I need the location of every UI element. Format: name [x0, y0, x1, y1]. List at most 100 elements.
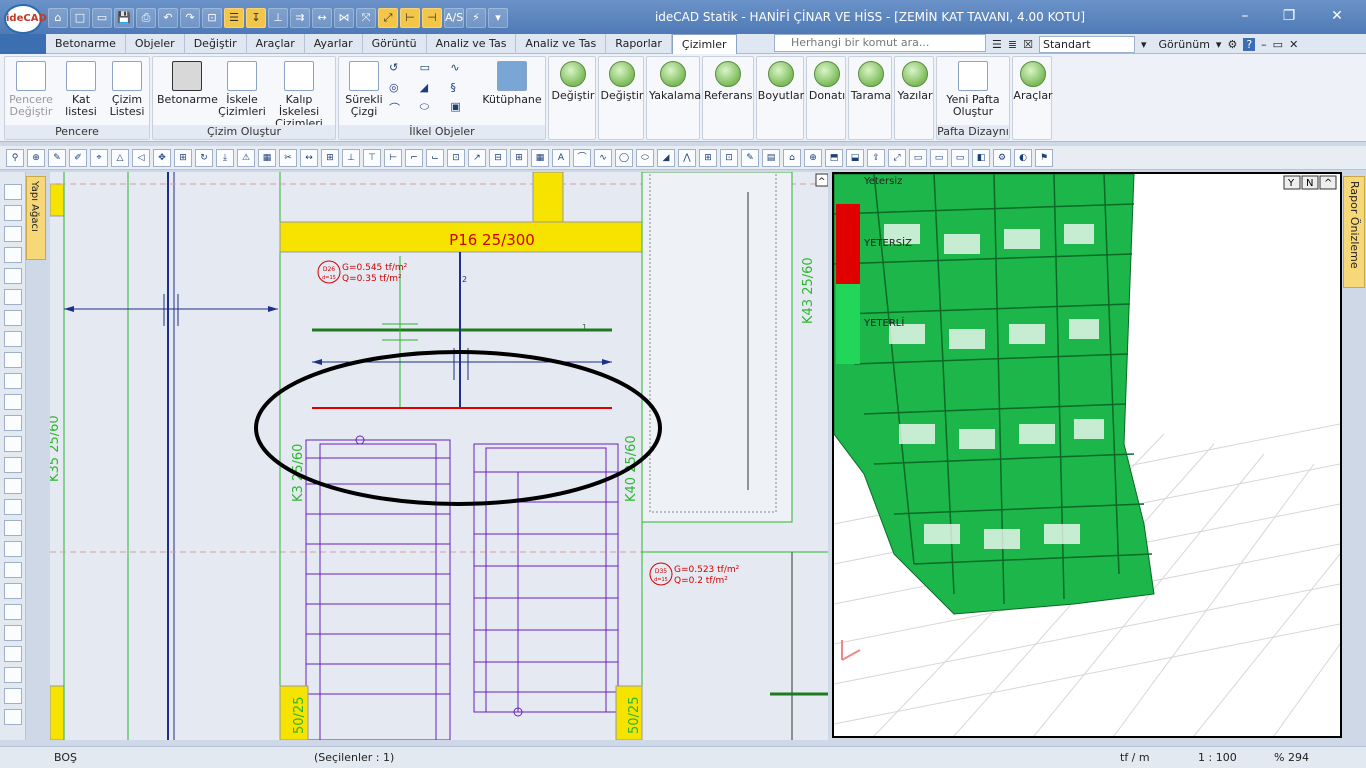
left-tool-icon[interactable]: [4, 289, 22, 305]
view-menu[interactable]: Görünüm: [1159, 38, 1210, 51]
left-tool-icon[interactable]: [4, 667, 22, 683]
yakalama-button[interactable]: Yakalama: [649, 61, 701, 102]
layers-stack-icon[interactable]: ≣: [1008, 38, 1017, 51]
left-tool-icon[interactable]: [4, 478, 22, 494]
tab-10[interactable]: Çizimler: [671, 34, 737, 54]
rapor-onizleme-tab[interactable]: Rapor Önizleme: [1343, 176, 1365, 288]
toolbar-icon[interactable]: ✎: [741, 148, 759, 167]
toolbar-icon[interactable]: ⊤: [363, 148, 381, 167]
tab-9[interactable]: Raporlar: [606, 34, 672, 54]
toolbar-icon[interactable]: ✂: [279, 148, 297, 167]
spring-icon[interactable]: §: [450, 81, 479, 99]
left-tool-icon[interactable]: [4, 562, 22, 578]
toolbar-icon[interactable]: ⬓: [846, 148, 864, 167]
toolbar-icon[interactable]: ✥: [153, 148, 171, 167]
layers-icon[interactable]: ☰: [992, 38, 1002, 51]
iskele-cizimleri-button[interactable]: İskele Çizimleri: [217, 61, 267, 118]
help-icon[interactable]: ?: [1243, 37, 1256, 51]
circle-icon[interactable]: ◎: [389, 81, 418, 99]
araclar-button[interactable]: Araçlar: [1009, 61, 1057, 102]
style-select[interactable]: Standart: [1038, 35, 1135, 53]
toolbar-icon[interactable]: ⊥: [342, 148, 360, 167]
checkbox-icon[interactable]: ☒: [1023, 38, 1033, 51]
left-tool-icon[interactable]: [4, 373, 22, 389]
quick-access-icon[interactable]: ⊢: [400, 8, 420, 28]
toolbar-icon[interactable]: ⊕: [804, 148, 822, 167]
toolbar-icon[interactable]: ⊡: [447, 148, 465, 167]
quick-access-icon[interactable]: ⤧: [356, 8, 376, 28]
left-tool-icon[interactable]: [4, 436, 22, 452]
left-tool-icon[interactable]: [4, 415, 22, 431]
donati-button[interactable]: Donatı: [803, 61, 851, 102]
toolbar-icon[interactable]: ⌂: [783, 148, 801, 167]
quick-access-icon[interactable]: ⌂: [48, 8, 68, 28]
left-tool-icon[interactable]: [4, 625, 22, 641]
quick-access-icon[interactable]: ⊣: [422, 8, 442, 28]
quick-access-icon[interactable]: ⋈: [334, 8, 354, 28]
ellipse-icon[interactable]: ⬭: [420, 100, 449, 121]
app-logo[interactable]: ideCAD: [4, 4, 47, 34]
minimize-button[interactable]: –: [1230, 6, 1260, 26]
tarama-button[interactable]: Tarama: [847, 61, 895, 102]
quick-access-icon[interactable]: ☰: [224, 8, 244, 28]
toolbar-icon[interactable]: ⌙: [426, 148, 444, 167]
rectangle-icon[interactable]: ▭: [420, 61, 449, 79]
image-icon[interactable]: ▣: [450, 100, 479, 121]
tab-2[interactable]: Objeler: [126, 34, 185, 54]
left-tool-icon[interactable]: [4, 268, 22, 284]
boyutlar-button[interactable]: Boyutlar: [757, 61, 805, 102]
tab-8[interactable]: Analiz ve Tas: [516, 34, 607, 54]
toolbar-icon[interactable]: ⚙: [993, 148, 1011, 167]
toolbar-icon[interactable]: ⌐: [405, 148, 423, 167]
quick-access-icon[interactable]: ⎙: [136, 8, 156, 28]
left-tool-icon[interactable]: [4, 604, 22, 620]
toolbar-icon[interactable]: ⌒: [573, 148, 591, 167]
toolbar-icon[interactable]: ◐: [1014, 148, 1032, 167]
toolbar-icon[interactable]: ▭: [909, 148, 927, 167]
maximize-button[interactable]: ❐: [1274, 6, 1304, 26]
drawing-canvas[interactable]: K35 25/60 P16 25/300 1 2 D26 d=15 G=0.54…: [50, 172, 828, 740]
betonarme-button[interactable]: Betonarme: [157, 61, 218, 106]
command-search-input[interactable]: Herhangi bir komut ara...: [774, 34, 986, 52]
tab-6[interactable]: Görüntü: [363, 34, 427, 54]
settings-icon[interactable]: ⚙: [1227, 38, 1237, 51]
tab-4[interactable]: Araçlar: [247, 34, 305, 54]
left-tool-icon[interactable]: [4, 205, 22, 221]
quick-access-icon[interactable]: ▾: [488, 8, 508, 28]
left-tool-icon[interactable]: [4, 352, 22, 368]
left-tool-icon[interactable]: [4, 583, 22, 599]
degistir-button[interactable]: Değiştir: [549, 61, 597, 102]
toolbar-icon[interactable]: ⊞: [321, 148, 339, 167]
toolbar-icon[interactable]: ⌖: [90, 148, 108, 167]
toolbar-icon[interactable]: ⚲: [6, 148, 24, 167]
quick-access-icon[interactable]: ↧: [246, 8, 266, 28]
quick-access-icon[interactable]: ▭: [92, 8, 112, 28]
toolbar-icon[interactable]: △: [111, 148, 129, 167]
toolbar-icon[interactable]: ▤: [762, 148, 780, 167]
yapi-agaci-tab[interactable]: Yapı Ağacı: [26, 176, 46, 260]
tab-3[interactable]: Değiştir: [185, 34, 247, 54]
quick-access-icon[interactable]: ⊡: [202, 8, 222, 28]
referans-button[interactable]: Referans: [704, 61, 753, 102]
toolbar-icon[interactable]: ✐: [69, 148, 87, 167]
left-tool-icon[interactable]: [4, 226, 22, 242]
yazilar-button[interactable]: Yazılar: [891, 61, 939, 102]
collapse-viewer-button[interactable]: ^: [1324, 178, 1332, 189]
wave-icon[interactable]: ∿: [450, 61, 479, 79]
collapse-icon[interactable]: ^: [818, 177, 826, 187]
quick-access-icon[interactable]: ⤢: [378, 8, 398, 28]
toolbar-icon[interactable]: ⚑: [1035, 148, 1053, 167]
toolbar-icon[interactable]: ⊕: [27, 148, 45, 167]
status-unit[interactable]: tf / m: [1120, 751, 1150, 764]
close-button[interactable]: ✕: [1322, 6, 1352, 26]
quick-access-icon[interactable]: ↶: [158, 8, 178, 28]
status-zoom[interactable]: % 294: [1274, 751, 1309, 764]
quick-access-icon[interactable]: □: [70, 8, 90, 28]
status-scale[interactable]: 1 : 100: [1198, 751, 1237, 764]
toolbar-icon[interactable]: ▭: [930, 148, 948, 167]
toolbar-icon[interactable]: ⚠: [237, 148, 255, 167]
left-tool-icon[interactable]: [4, 688, 22, 704]
toolbar-icon[interactable]: ↗: [468, 148, 486, 167]
cizim-listesi-button[interactable]: Çizim Listesi: [103, 61, 151, 118]
surekli-cizgi-button[interactable]: Sürekli Çizgi: [341, 61, 387, 118]
